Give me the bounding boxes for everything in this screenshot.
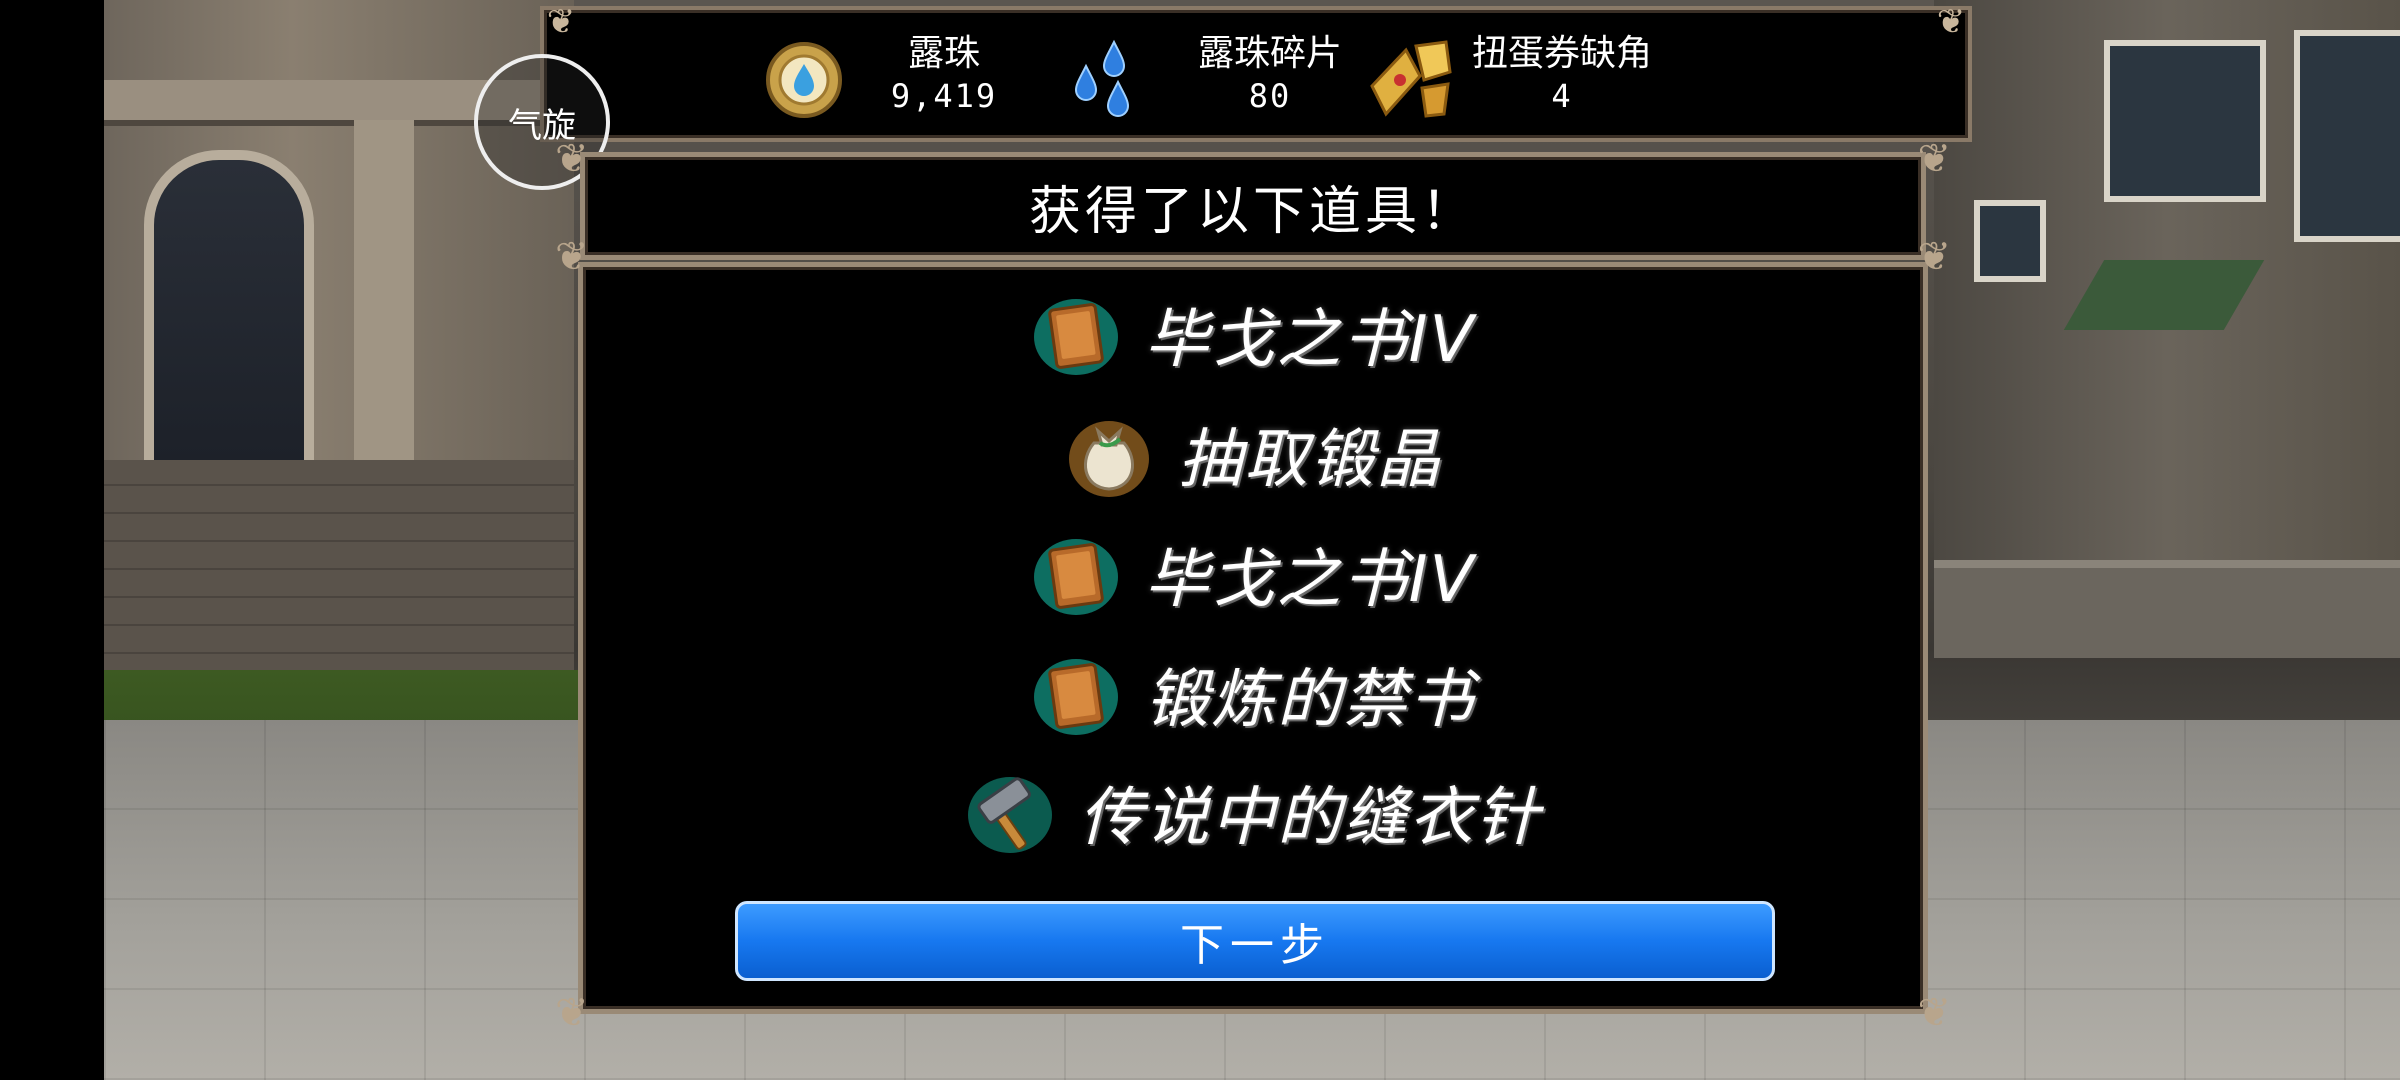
- currency-bar: ❦ ❦ 露珠 9,419 露珠碎片 80 扭蛋券缺角 4: [540, 2, 1972, 142]
- reward-item-label: 传说中的缝衣针: [1079, 781, 1541, 855]
- next-button[interactable]: 下一步: [735, 901, 1775, 981]
- frame-corner-ornament: ❦: [1936, 2, 1966, 42]
- currency-value: 4: [1551, 77, 1573, 115]
- currency-value: 9,419: [890, 77, 998, 115]
- book-icon: [1033, 299, 1118, 375]
- gacha-ticket-fragment-icon: [1370, 40, 1452, 118]
- reward-item: 传说中的缝衣针: [583, 757, 1923, 867]
- reward-item-label: 抽取锻晶: [1178, 423, 1442, 497]
- book-icon: [1034, 659, 1118, 735]
- dew-orb-icon: [766, 42, 842, 118]
- reward-item: 抽取锻晶: [583, 399, 1923, 509]
- reward-item-label: 毕戈之书IV: [1144, 303, 1476, 377]
- reward-item: 毕戈之书IV: [583, 519, 1923, 629]
- currency-value: 80: [1248, 77, 1292, 115]
- reward-items-panel: ❦ ❦ ❦ ❦ 毕戈之书IV 抽取锻晶 毕戈之书IV 锻炼的禁书 传说中的缝衣针…: [555, 237, 1951, 1033]
- frame-corner-ornament: ❦: [555, 136, 589, 182]
- currency-name: 扭蛋券缺角: [1471, 33, 1652, 74]
- next-button-label: 下一步: [1180, 920, 1330, 971]
- frame-corner-ornament: ❦: [1917, 990, 1951, 1036]
- currency-name: 露珠碎片: [1197, 33, 1342, 74]
- frame-corner-ornament: ❦: [555, 234, 589, 280]
- frame-corner-ornament: ❦: [546, 2, 576, 42]
- reward-item-label: 毕戈之书IV: [1144, 543, 1476, 617]
- dialog-title-panel: ❦ ❦ 获得了以下道具！: [555, 139, 1951, 260]
- frame-corner-ornament: ❦: [1917, 136, 1951, 182]
- pouch-icon: [1069, 421, 1149, 497]
- currency-gacha-ticket-fragment: 扭蛋券缺角 4: [1452, 32, 1672, 116]
- dew-fragment-icon: [1074, 39, 1130, 117]
- reward-item: 毕戈之书IV: [583, 279, 1923, 389]
- currency-name: 露珠: [907, 33, 980, 74]
- frame-corner-ornament: ❦: [1917, 234, 1951, 280]
- currency-dew-fragment: 露珠碎片 80: [1170, 32, 1370, 116]
- hammer-icon: [968, 777, 1052, 853]
- reward-item: 锻炼的禁书: [583, 639, 1923, 749]
- dialog-title: 获得了以下道具！: [1028, 181, 1477, 242]
- reward-item-label: 锻炼的禁书: [1145, 663, 1475, 737]
- book-icon: [1033, 539, 1118, 615]
- frame-corner-ornament: ❦: [555, 990, 589, 1036]
- currency-dew: 露珠 9,419: [874, 32, 1014, 116]
